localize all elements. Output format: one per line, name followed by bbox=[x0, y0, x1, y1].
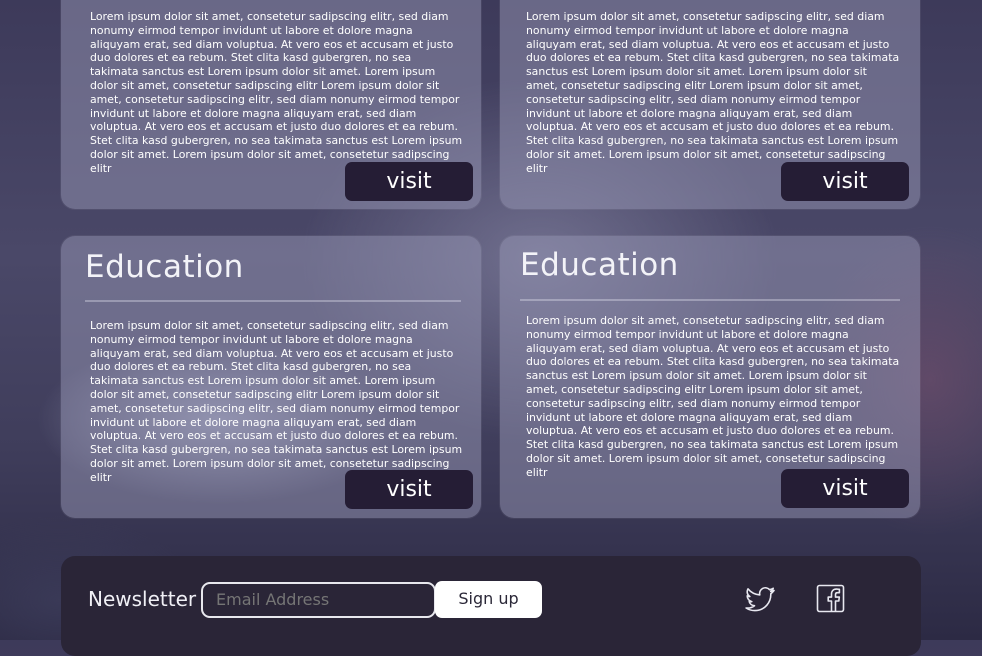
visit-button[interactable]: visit bbox=[781, 162, 909, 201]
card-2: Lorem ipsum dolor sit amet, consetetur s… bbox=[500, 0, 920, 209]
card-education-1: Education Lorem ipsum dolor sit amet, co… bbox=[61, 236, 481, 518]
card-title: Education bbox=[520, 247, 679, 283]
facebook-icon[interactable] bbox=[814, 582, 848, 616]
title-divider bbox=[520, 299, 900, 301]
visit-button[interactable]: visit bbox=[781, 469, 909, 508]
card-title: Education bbox=[85, 249, 244, 285]
card-body: Lorem ipsum dolor sit amet, consetetur s… bbox=[90, 319, 463, 484]
card-education-2: Education Lorem ipsum dolor sit amet, co… bbox=[500, 236, 920, 518]
twitter-icon[interactable] bbox=[743, 582, 777, 616]
newsletter-label: Newsletter bbox=[88, 587, 197, 611]
visit-button[interactable]: visit bbox=[345, 162, 473, 201]
card-body: Lorem ipsum dolor sit amet, consetetur s… bbox=[526, 10, 900, 175]
title-divider bbox=[85, 300, 461, 302]
card-body: Lorem ipsum dolor sit amet, consetetur s… bbox=[526, 314, 900, 479]
email-input[interactable] bbox=[201, 582, 436, 618]
card-body: Lorem ipsum dolor sit amet, consetetur s… bbox=[90, 10, 463, 175]
newsletter-bar: Newsletter Sign up bbox=[61, 556, 921, 656]
signup-button[interactable]: Sign up bbox=[435, 581, 542, 618]
visit-button[interactable]: visit bbox=[345, 470, 473, 509]
card-1: Lorem ipsum dolor sit amet, consetetur s… bbox=[61, 0, 481, 209]
